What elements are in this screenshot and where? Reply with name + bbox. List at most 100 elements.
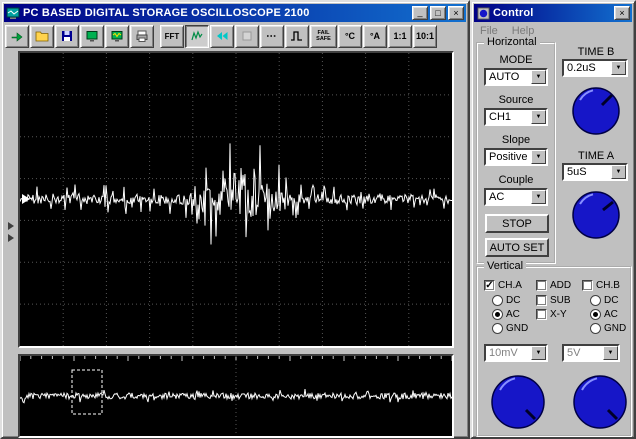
time-a-knob[interactable] (571, 190, 621, 240)
probe-10-1-label: 10:1 (415, 31, 434, 41)
volts-b-select[interactable]: 5V ▼ (562, 344, 620, 362)
ch-a-gnd-radio[interactable]: GND (492, 323, 528, 334)
horizontal-group: Horizontal MODE AUTO ▼ Source CH1 ▼ Slop… (476, 36, 556, 264)
auto-set-button[interactable]: AUTO SET (485, 238, 549, 257)
dropdown-arrow-icon[interactable]: ▼ (531, 190, 546, 204)
ch-a-checkbox[interactable]: ✓ CH.A (484, 280, 522, 291)
add-checkbox[interactable]: ADD (536, 280, 571, 291)
time-b-knob[interactable] (571, 86, 621, 136)
minimize-button[interactable]: _ (412, 6, 428, 20)
dropdown-arrow-icon[interactable]: ▼ (531, 70, 546, 84)
sub-label: SUB (550, 295, 571, 306)
checkbox-box (536, 295, 547, 306)
dotted-line-button[interactable] (260, 24, 284, 48)
screen-capture-icon (86, 31, 98, 42)
disabled-frame-icon (242, 31, 252, 41)
overview-waveform-display[interactable] (18, 354, 454, 438)
trigger-level-marker[interactable] (22, 194, 30, 204)
dropdown-arrow-icon[interactable]: ▼ (603, 346, 618, 360)
degrees-c-button[interactable]: °C (338, 24, 362, 48)
channel-position-strip (4, 50, 18, 350)
main-waveform-display (18, 51, 454, 348)
oscilloscope-window: PC BASED DIGITAL STORAGE OSCILLOSCOPE 21… (0, 0, 470, 439)
fft-label: FFT (164, 31, 180, 41)
ch-b-ac-radio[interactable]: AC (590, 309, 618, 320)
slope-value: Positive (489, 151, 528, 163)
spectrum-button[interactable] (185, 24, 209, 48)
control-titlebar[interactable]: Control × (474, 4, 632, 22)
sub-checkbox[interactable]: SUB (536, 295, 571, 306)
window-controls: _ □ × (412, 6, 464, 20)
slope-select[interactable]: Positive ▼ (484, 148, 548, 166)
main-toolbar: FFT FAIL SAFE °C °A 1:1 10:1 (4, 23, 466, 49)
ch-b-dc-radio[interactable]: DC (590, 295, 618, 306)
dropdown-arrow-icon[interactable]: ▼ (531, 346, 546, 360)
ch-a-ac-radio[interactable]: AC (492, 309, 520, 320)
fft-button[interactable]: FFT (160, 24, 184, 48)
xy-checkbox[interactable]: X-Y (536, 309, 567, 320)
ch-b-gnd-radio[interactable]: GND (590, 323, 626, 334)
maximize-button[interactable]: □ (430, 6, 446, 20)
couple-select[interactable]: AC ▼ (484, 188, 548, 206)
main-titlebar[interactable]: PC BASED DIGITAL STORAGE OSCILLOSCOPE 21… (4, 4, 466, 22)
xy-label: X-Y (550, 309, 567, 320)
probe-1-1-button[interactable]: 1:1 (388, 24, 412, 48)
ch-a-position-marker[interactable] (8, 222, 14, 230)
dropdown-arrow-icon[interactable]: ▼ (531, 150, 546, 164)
open-button[interactable] (30, 24, 54, 48)
volts-b-knob[interactable] (572, 374, 628, 430)
undo-button[interactable] (210, 24, 234, 48)
source-select[interactable]: CH1 ▼ (484, 108, 548, 126)
app-icon (6, 6, 20, 20)
fail-safe-label: FAIL SAFE (316, 30, 331, 42)
volts-b-value: 5V (567, 347, 581, 359)
menu-file[interactable]: File (480, 25, 498, 37)
close-button[interactable]: × (448, 6, 464, 20)
stop-button[interactable]: STOP (485, 214, 549, 233)
menu-help[interactable]: Help (512, 25, 535, 37)
spectrum-icon (191, 30, 203, 41)
volts-a-select[interactable]: 10mV ▼ (484, 344, 548, 362)
control-close-button[interactable]: × (614, 6, 630, 20)
save-button[interactable] (55, 24, 79, 48)
probe-10-1-button[interactable]: 10:1 (413, 24, 437, 48)
checkbox-box (582, 280, 593, 291)
mode-select[interactable]: AUTO ▼ (484, 68, 548, 86)
square-wave-button[interactable] (285, 24, 309, 48)
couple-value: AC (489, 191, 505, 203)
save-floppy-icon (62, 31, 72, 41)
degrees-a-button[interactable]: °A (363, 24, 387, 48)
degrees-c-label: °C (344, 31, 356, 41)
fail-safe-button[interactable]: FAIL SAFE (310, 24, 337, 48)
desktop: PC BASED DIGITAL STORAGE OSCILLOSCOPE 21… (0, 0, 636, 439)
screen-trace-icon (111, 31, 123, 42)
time-b-label: TIME B (577, 46, 615, 58)
grid-button[interactable] (235, 24, 259, 48)
ch-a-label: CH.A (498, 280, 522, 291)
checkbox-box: ✓ (484, 280, 495, 291)
dropdown-arrow-icon[interactable]: ▼ (611, 165, 626, 179)
source-label: Source (498, 94, 534, 106)
dotted-line-icon (267, 35, 277, 37)
dropdown-arrow-icon[interactable]: ▼ (531, 110, 546, 124)
print-button[interactable] (130, 24, 154, 48)
window-title: PC BASED DIGITAL STORAGE OSCILLOSCOPE 21… (23, 7, 310, 19)
toolbar-separator (155, 36, 159, 37)
capture-a-button[interactable] (80, 24, 104, 48)
couple-label: Couple (498, 174, 534, 186)
check-icon: ✓ (485, 279, 494, 291)
run-button[interactable] (5, 24, 29, 48)
dropdown-arrow-icon[interactable]: ▼ (611, 61, 626, 75)
source-value: CH1 (489, 111, 512, 123)
volts-a-knob[interactable] (490, 374, 546, 430)
degrees-a-label: °A (369, 31, 381, 41)
capture-b-button[interactable] (105, 24, 129, 48)
time-b-select[interactable]: 0.2uS ▼ (562, 59, 628, 77)
ch-b-gnd-label: GND (604, 323, 627, 334)
time-a-select[interactable]: 5uS ▼ (562, 163, 628, 181)
time-b-value: 0.2uS (567, 62, 596, 74)
ch-b-position-marker[interactable] (8, 234, 14, 242)
radio-circle (590, 309, 601, 320)
ch-b-checkbox[interactable]: CH.B (582, 280, 620, 291)
ch-a-dc-radio[interactable]: DC (492, 295, 520, 306)
